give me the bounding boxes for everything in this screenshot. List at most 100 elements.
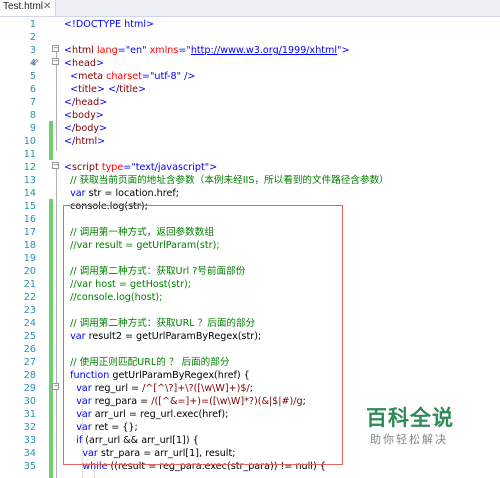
line-number: 27 bbox=[23, 357, 36, 368]
code-line[interactable]: 8 <body> bbox=[0, 109, 500, 122]
code-token: > bbox=[99, 97, 108, 108]
line-number: 5 bbox=[29, 71, 36, 82]
code-text: var str = location.href; bbox=[64, 187, 179, 200]
line-number: 13 bbox=[23, 175, 36, 186]
code-token: < bbox=[64, 84, 79, 95]
code-token: > </ bbox=[96, 84, 120, 95]
code-token: body bbox=[75, 123, 100, 134]
line-number: 15 bbox=[23, 201, 36, 212]
line-number: 19 bbox=[23, 253, 36, 264]
code-token: > bbox=[97, 136, 106, 147]
code-text: <html lang="en" xmlns="http://www.w3.org… bbox=[64, 44, 350, 57]
code-token: lang bbox=[93, 45, 118, 56]
code-token: </ bbox=[64, 136, 76, 147]
line-number: 33 bbox=[23, 435, 36, 446]
code-token: html bbox=[75, 136, 98, 147]
code-line[interactable]: 2 bbox=[0, 31, 500, 44]
code-token: var bbox=[70, 188, 86, 199]
code-text: <script type="text/javascript"> bbox=[64, 161, 217, 174]
line-number: 26 bbox=[23, 344, 36, 355]
code-token: > bbox=[209, 162, 218, 173]
code-token: </ bbox=[64, 97, 76, 108]
code-line[interactable]: 7 </head> bbox=[0, 96, 500, 109]
code-token: <!DOCTYPE html> bbox=[64, 19, 155, 30]
tab-bar: Test.html ✕ bbox=[0, 0, 500, 17]
code-token: < bbox=[64, 71, 79, 82]
code-token: xmlns bbox=[146, 45, 179, 56]
line-number: 1 bbox=[29, 19, 36, 30]
line-number: 34 bbox=[23, 448, 36, 459]
watermark-subtitle: 助你轻松解决 bbox=[370, 433, 448, 446]
code-token: "text/javascript" bbox=[131, 162, 210, 173]
line-number: 8 bbox=[29, 110, 36, 121]
code-line[interactable]: 3 <html lang="en" xmlns="http://www.w3.or… bbox=[0, 44, 500, 57]
line-number: 32 bbox=[23, 422, 36, 433]
code-token: script bbox=[72, 162, 99, 173]
code-token: type bbox=[98, 162, 124, 173]
line-number: 24 bbox=[23, 318, 36, 329]
code-text: <head> bbox=[64, 57, 104, 70]
line-number: 9 bbox=[29, 123, 36, 134]
code-token: title bbox=[119, 84, 139, 95]
highlight-box bbox=[63, 205, 343, 465]
code-token: // 获取当前页面的地址含参数（本例未经IIS，所以看到的文件路径含参数） bbox=[64, 175, 389, 186]
line-number: 2 bbox=[29, 32, 36, 43]
line-number: 28 bbox=[23, 370, 36, 381]
code-text: <body> bbox=[64, 109, 104, 122]
code-token: < bbox=[64, 162, 73, 173]
code-token: > bbox=[99, 123, 108, 134]
code-token: "utf-8" bbox=[149, 71, 182, 82]
watermark-title: 百科全说 bbox=[366, 406, 454, 430]
line-number: 3 bbox=[29, 45, 36, 56]
line-number: 4 bbox=[29, 58, 36, 69]
line-number: 11 bbox=[23, 149, 36, 160]
line-number: 23 bbox=[23, 305, 36, 316]
code-line[interactable]: 1 <!DOCTYPE html> bbox=[0, 18, 500, 31]
line-number: 16 bbox=[23, 214, 36, 225]
code-line[interactable]: 12 <script type="text/javascript"> bbox=[0, 161, 500, 174]
code-line[interactable]: 5 <meta charset="utf-8" /> bbox=[0, 70, 500, 83]
line-number: 31 bbox=[23, 409, 36, 420]
code-text: <title> </title> bbox=[64, 83, 146, 96]
line-number: 30 bbox=[23, 396, 36, 407]
code-token: body bbox=[72, 110, 96, 121]
code-text: </body> bbox=[64, 122, 107, 135]
line-number: 7 bbox=[29, 97, 36, 108]
line-number: 14 bbox=[23, 188, 36, 199]
line-number: 25 bbox=[23, 331, 36, 342]
code-line[interactable]: 4 <head> bbox=[0, 57, 500, 70]
line-number: 20 bbox=[23, 266, 36, 277]
line-number: 21 bbox=[23, 279, 36, 290]
code-token: < bbox=[64, 110, 73, 121]
code-token: "en" bbox=[125, 45, 147, 56]
code-token: charset bbox=[103, 71, 142, 82]
line-number: 6 bbox=[29, 84, 36, 95]
line-number: 12 bbox=[23, 162, 36, 173]
line-number: 18 bbox=[23, 240, 36, 251]
code-token: http://www.w3.org/1999/xhtml bbox=[190, 45, 338, 56]
code-token: > bbox=[95, 110, 104, 121]
code-line[interactable]: 6 <title> </title> bbox=[0, 83, 500, 96]
code-line[interactable]: 10 </html> bbox=[0, 135, 500, 148]
code-token: </ bbox=[64, 123, 76, 134]
code-token: < bbox=[64, 58, 73, 69]
line-number: 35 bbox=[23, 461, 36, 472]
code-line[interactable]: 13 // 获取当前页面的地址含参数（本例未经IIS，所以看到的文件路径含参数） bbox=[0, 174, 500, 187]
code-token: head bbox=[75, 97, 100, 108]
close-icon[interactable]: ✕ bbox=[43, 1, 51, 12]
code-token: "> bbox=[337, 45, 350, 56]
code-token: head bbox=[72, 58, 96, 69]
code-line[interactable]: 14 var str = location.href; bbox=[0, 187, 500, 200]
tab-label: Test.html bbox=[3, 1, 44, 12]
code-text: // 获取当前页面的地址含参数（本例未经IIS，所以看到的文件路径含参数） bbox=[64, 174, 389, 187]
code-line[interactable]: 11 bbox=[0, 148, 500, 161]
code-token: str = location.href; bbox=[85, 188, 179, 199]
tab-test-html[interactable]: Test.html ✕ bbox=[0, 0, 56, 16]
line-number: 10 bbox=[23, 136, 36, 147]
line-number: 17 bbox=[23, 227, 36, 238]
code-token: < bbox=[64, 45, 73, 56]
code-line[interactable]: 9 </body> bbox=[0, 122, 500, 135]
code-token: > bbox=[138, 84, 147, 95]
code-token: html bbox=[72, 45, 94, 56]
code-token: = bbox=[117, 45, 126, 56]
